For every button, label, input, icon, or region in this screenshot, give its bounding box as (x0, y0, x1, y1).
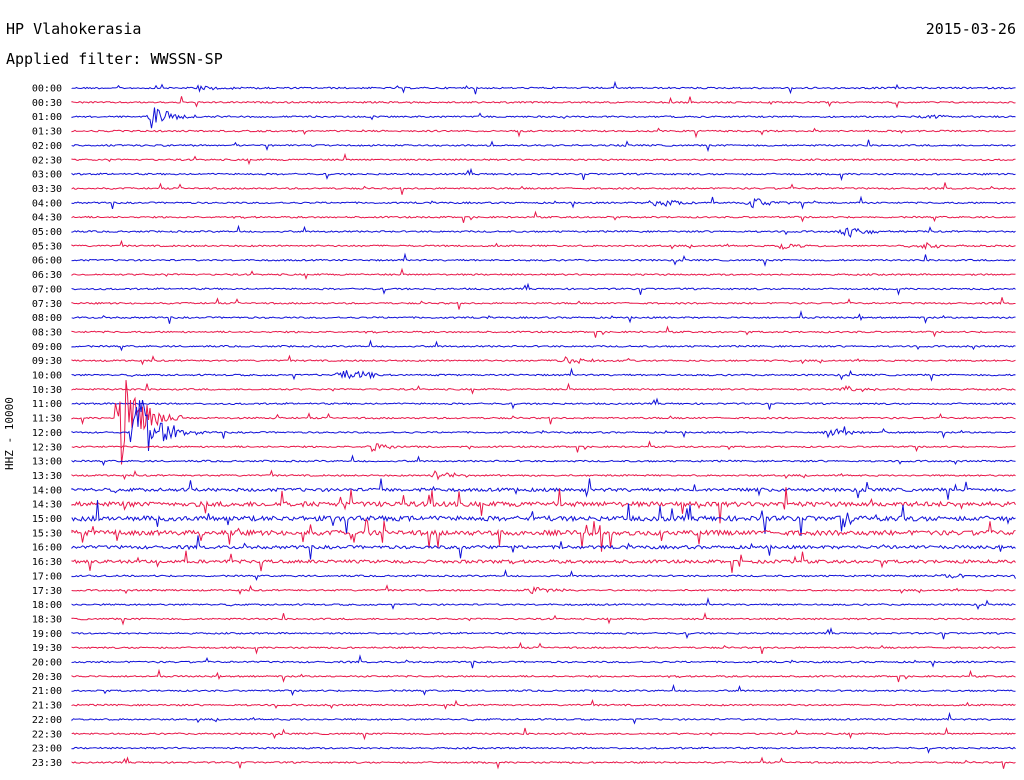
trace-row (71, 107, 1016, 129)
row-time-label: 03:00 (32, 170, 62, 181)
row-time-label: 11:30 (32, 414, 62, 425)
trace-row (71, 399, 1016, 452)
trace-row (71, 139, 1016, 153)
trace-row (71, 397, 1016, 410)
trace-row (71, 252, 1016, 267)
trace-row (71, 267, 1016, 280)
trace-row (71, 382, 1016, 395)
row-time-label: 23:30 (32, 758, 62, 769)
trace-row (71, 668, 1016, 683)
row-time-label: 06:30 (32, 270, 62, 281)
row-time-label: 16:30 (32, 557, 62, 568)
row-time-label: 18:30 (32, 614, 62, 625)
row-time-label: 14:00 (32, 485, 62, 496)
row-time-label: 21:00 (32, 686, 62, 697)
row-time-label: 23:00 (32, 744, 62, 755)
trace-row (71, 182, 1016, 195)
trace-row (71, 469, 1016, 481)
row-time-label: 21:30 (32, 701, 62, 712)
trace-row (71, 354, 1016, 366)
trace-row (71, 167, 1016, 182)
trace-row (71, 654, 1016, 669)
trace-row (71, 210, 1016, 223)
row-time-label: 15:30 (32, 528, 62, 539)
helicorder-plot: 00:00 00:30 01:00 01:30 02:00 02:30 03:00 03:30… (32, 80, 1016, 770)
row-time-label: 03:30 (32, 184, 62, 195)
trace-row (71, 756, 1016, 770)
row-time-label: 13:00 (32, 457, 62, 468)
trace-row (71, 596, 1016, 610)
row-time-label: 18:00 (32, 600, 62, 611)
row-time-label: 01:30 (32, 127, 62, 138)
trace-row (71, 297, 1016, 310)
row-time-label: 20:00 (32, 658, 62, 669)
row-time-label: 08:30 (32, 327, 62, 338)
trace-row (71, 195, 1016, 210)
trace-row (71, 626, 1016, 640)
row-time-label: 22:30 (32, 729, 62, 740)
trace-row (71, 380, 1016, 465)
trace-row (71, 569, 1016, 581)
row-time-label: 20:30 (32, 672, 62, 683)
row-time-label: 01:00 (32, 112, 62, 123)
row-time-label: 02:30 (32, 155, 62, 166)
row-time-label: 07:00 (32, 284, 62, 295)
trace-row (71, 641, 1016, 655)
row-time-label: 00:30 (32, 98, 62, 109)
trace-row (71, 152, 1016, 166)
trace-row (71, 239, 1016, 251)
row-time-label: 12:30 (32, 442, 62, 453)
row-time-label: 16:00 (32, 543, 62, 554)
row-time-label: 09:30 (32, 356, 62, 367)
row-time-label: 04:00 (32, 198, 62, 209)
row-time-label: 12:00 (32, 428, 62, 439)
trace-row (71, 325, 1016, 338)
row-time-label: 02:00 (32, 141, 62, 152)
row-time-label: 13:30 (32, 471, 62, 482)
row-time-label: 14:30 (32, 500, 62, 511)
row-time-label: 19:30 (32, 643, 62, 654)
trace-row (71, 80, 1016, 95)
trace-row (71, 224, 1016, 238)
trace-row (71, 454, 1016, 467)
row-time-label: 06:00 (32, 256, 62, 267)
row-time-label: 10:30 (32, 385, 62, 396)
row-time-label: 15:00 (32, 514, 62, 525)
row-time-label: 17:30 (32, 586, 62, 597)
trace-row (71, 711, 1016, 725)
trace-row (71, 612, 1016, 626)
row-time-label: 05:00 (32, 227, 62, 238)
trace-row (71, 282, 1016, 296)
trace-row (71, 698, 1016, 710)
row-time-label: 17:00 (32, 571, 62, 582)
trace-row (71, 726, 1016, 741)
trace-row (71, 584, 1016, 595)
trace-row (71, 127, 1016, 139)
trace-row (71, 440, 1016, 453)
row-time-label: 09:00 (32, 342, 62, 353)
row-time-label: 11:00 (32, 399, 62, 410)
trace-row (71, 339, 1016, 352)
row-time-label: 19:00 (32, 629, 62, 640)
trace-row (71, 96, 1016, 109)
row-time-label: 08:00 (32, 313, 62, 324)
row-time-label: 07:30 (32, 299, 62, 310)
trace-row (71, 683, 1016, 697)
row-time-label: 05:30 (32, 241, 62, 252)
trace-row (71, 367, 1016, 382)
trace-row (71, 746, 1016, 754)
trace-row (71, 478, 1016, 500)
row-time-label: 04:30 (32, 213, 62, 224)
trace-row (71, 550, 1016, 573)
row-time-label: 22:00 (32, 715, 62, 726)
row-time-label: 00:00 (32, 84, 62, 95)
trace-row (71, 309, 1016, 325)
row-time-label: 10:00 (32, 371, 62, 382)
trace-row (71, 535, 1016, 560)
